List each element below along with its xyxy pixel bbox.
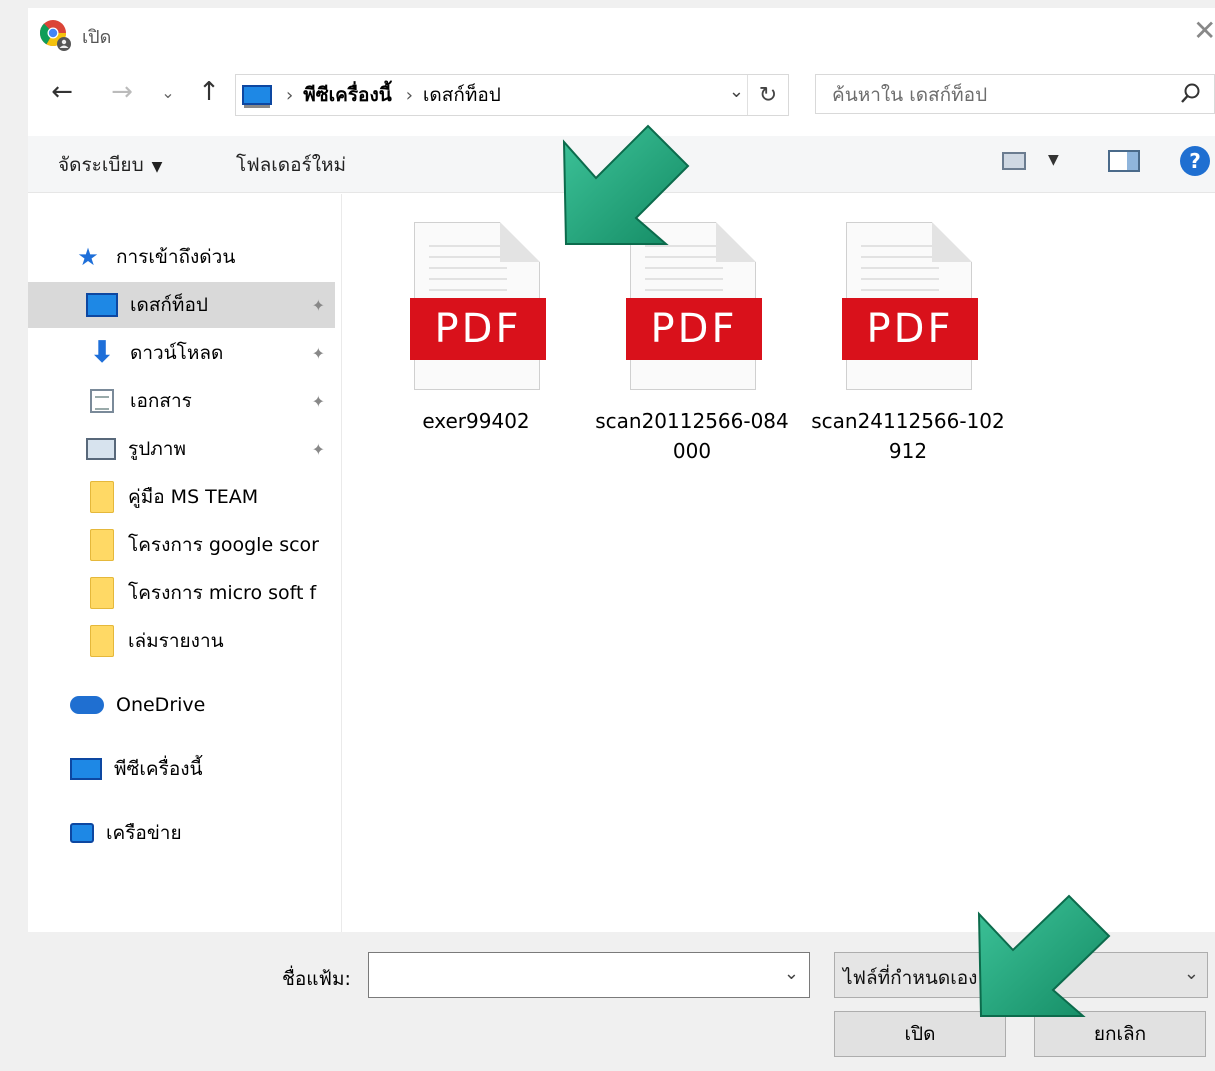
breadcrumb-desktop[interactable]: เดสก์ท็อป [423, 80, 501, 110]
filename-input[interactable] [375, 961, 759, 985]
sidebar-item-folder-ms-team[interactable]: คู่มือ MS TEAM [28, 474, 335, 520]
title-bar: เปิด ✕ [28, 8, 1215, 60]
search-box[interactable] [815, 74, 1215, 114]
pin-icon[interactable]: ✦ [312, 296, 325, 315]
sidebar-item-this-pc[interactable]: พีซีเครื่องนี้ [28, 746, 335, 792]
preview-pane-icon[interactable] [1108, 150, 1140, 172]
chrome-logo-icon [39, 20, 71, 51]
picture-icon [86, 438, 116, 460]
sidebar-item-desktop[interactable]: เดสก์ท็อป ✦ [28, 282, 335, 328]
chevron-down-icon[interactable]: ⌄ [784, 963, 799, 984]
sidebar-item-onedrive[interactable]: OneDrive [28, 682, 335, 728]
back-arrow-icon[interactable]: ← [44, 70, 80, 114]
organize-menu[interactable]: จัดระเบียบ ▼ [58, 150, 162, 180]
breadcrumb-separator-icon: › [286, 84, 294, 106]
green-arrow-icon [562, 124, 690, 245]
help-icon[interactable]: ? [1180, 146, 1210, 176]
refresh-icon[interactable]: ↻ [747, 75, 788, 115]
navigation-pane: ★ การเข้าถึงด่วน เดสก์ท็อป ✦ ⬇ ดาวน์โหลด… [28, 194, 342, 932]
sidebar-item-label: เดสก์ท็อป [130, 294, 208, 316]
pdf-badge: PDF [410, 298, 546, 360]
file-name: scan20112566-084000 [595, 409, 789, 463]
window-title: เปิด [82, 27, 112, 48]
open-file-dialog: เปิด ✕ ← → ⌄ ↑ › พีซีเครื่องนี้ › เดสก์ท… [28, 8, 1215, 1071]
caret-down-icon[interactable]: ▼ [1048, 152, 1059, 168]
sidebar-item-label: เอกสาร [130, 390, 192, 412]
file-name: scan24112566-102912 [811, 409, 1005, 463]
sidebar-item-label: การเข้าถึงด่วน [116, 246, 236, 268]
pdf-badge: PDF [626, 298, 762, 360]
sidebar-item-folder-report[interactable]: เล่มรายงาน [28, 618, 335, 664]
pdf-file-icon: PDF [842, 222, 978, 392]
up-arrow-icon[interactable]: ↑ [192, 70, 226, 114]
sidebar-item-folder-microsoft[interactable]: โครงการ micro soft f [28, 570, 335, 616]
network-icon [70, 823, 94, 843]
close-icon[interactable]: ✕ [1193, 14, 1215, 47]
file-item[interactable]: PDF scan24112566-102912 [808, 222, 1008, 466]
chevron-down-icon[interactable]: ⌄ [1184, 963, 1199, 984]
filename-combobox[interactable]: ⌄ [368, 952, 810, 998]
caret-down-icon: ▼ [151, 159, 163, 175]
desktop-icon [86, 293, 118, 317]
sidebar-item-documents[interactable]: เอกสาร ✦ [28, 378, 335, 424]
sidebar-item-label: โครงการ google scor [128, 534, 319, 556]
navigation-bar: ← → ⌄ ↑ › พีซีเครื่องนี้ › เดสก์ท็อป ⌄ ↻ [28, 70, 1215, 120]
folder-icon [90, 481, 114, 513]
sidebar-item-label: พีซีเครื่องนี้ [114, 758, 203, 780]
organize-label: จัดระเบียบ [58, 154, 144, 176]
file-item[interactable]: PDF exer99402 [376, 222, 576, 436]
breadcrumb-pc[interactable]: พีซีเครื่องนี้ [303, 80, 392, 110]
sidebar-item-label: โครงการ micro soft f [128, 582, 317, 604]
cloud-icon [70, 696, 104, 714]
pc-icon [70, 758, 102, 780]
pin-icon[interactable]: ✦ [312, 392, 325, 411]
chevron-down-icon[interactable]: ⌄ [729, 81, 744, 102]
search-icon[interactable] [1180, 81, 1202, 107]
filename-label: ชื่อแฟ้ม: [282, 968, 351, 990]
folder-icon [90, 625, 114, 657]
pin-icon[interactable]: ✦ [312, 440, 325, 459]
filetype-value: ไฟล์ที่กำหนดเอง [843, 967, 978, 989]
pdf-badge: PDF [842, 298, 978, 360]
sidebar-item-network[interactable]: เครือข่าย [28, 810, 335, 856]
sidebar-item-folder-google[interactable]: โครงการ google scor [28, 522, 335, 568]
sidebar-item-label: ดาวน์โหลด [130, 342, 224, 364]
pdf-file-icon: PDF [410, 222, 546, 392]
folder-icon [90, 577, 114, 609]
green-arrow-icon [977, 894, 1111, 1017]
sidebar-item-label: คู่มือ MS TEAM [128, 486, 259, 508]
sidebar-item-label: รูปภาพ [128, 438, 186, 460]
sidebar-item-quick-access[interactable]: ★ การเข้าถึงด่วน [72, 234, 335, 280]
search-input[interactable] [830, 83, 1154, 107]
document-icon [90, 389, 114, 413]
recent-locations-chevron-icon[interactable]: ⌄ [156, 70, 180, 114]
sidebar-item-downloads[interactable]: ⬇ ดาวน์โหลด ✦ [28, 330, 335, 376]
sidebar-item-label: เล่มรายงาน [128, 630, 224, 652]
file-item[interactable]: PDF scan20112566-084000 [592, 222, 792, 466]
breadcrumb-separator-icon: › [405, 84, 413, 106]
sidebar-item-label: เครือข่าย [106, 822, 182, 844]
download-icon: ⬇ [89, 335, 115, 370]
folder-icon [90, 529, 114, 561]
new-folder-button[interactable]: โฟลเดอร์ใหม่ [236, 150, 346, 180]
address-bar[interactable]: › พีซีเครื่องนี้ › เดสก์ท็อป ⌄ ↻ [235, 74, 789, 116]
file-name: exer99402 [422, 409, 530, 433]
sidebar-item-label: OneDrive [116, 694, 206, 716]
star-icon: ★ [77, 243, 99, 271]
pin-icon[interactable]: ✦ [312, 344, 325, 363]
sidebar-item-pictures[interactable]: รูปภาพ ✦ [28, 426, 335, 472]
pc-icon [242, 85, 272, 108]
forward-arrow-icon[interactable]: → [104, 70, 140, 114]
view-options-icon[interactable] [1002, 152, 1026, 170]
